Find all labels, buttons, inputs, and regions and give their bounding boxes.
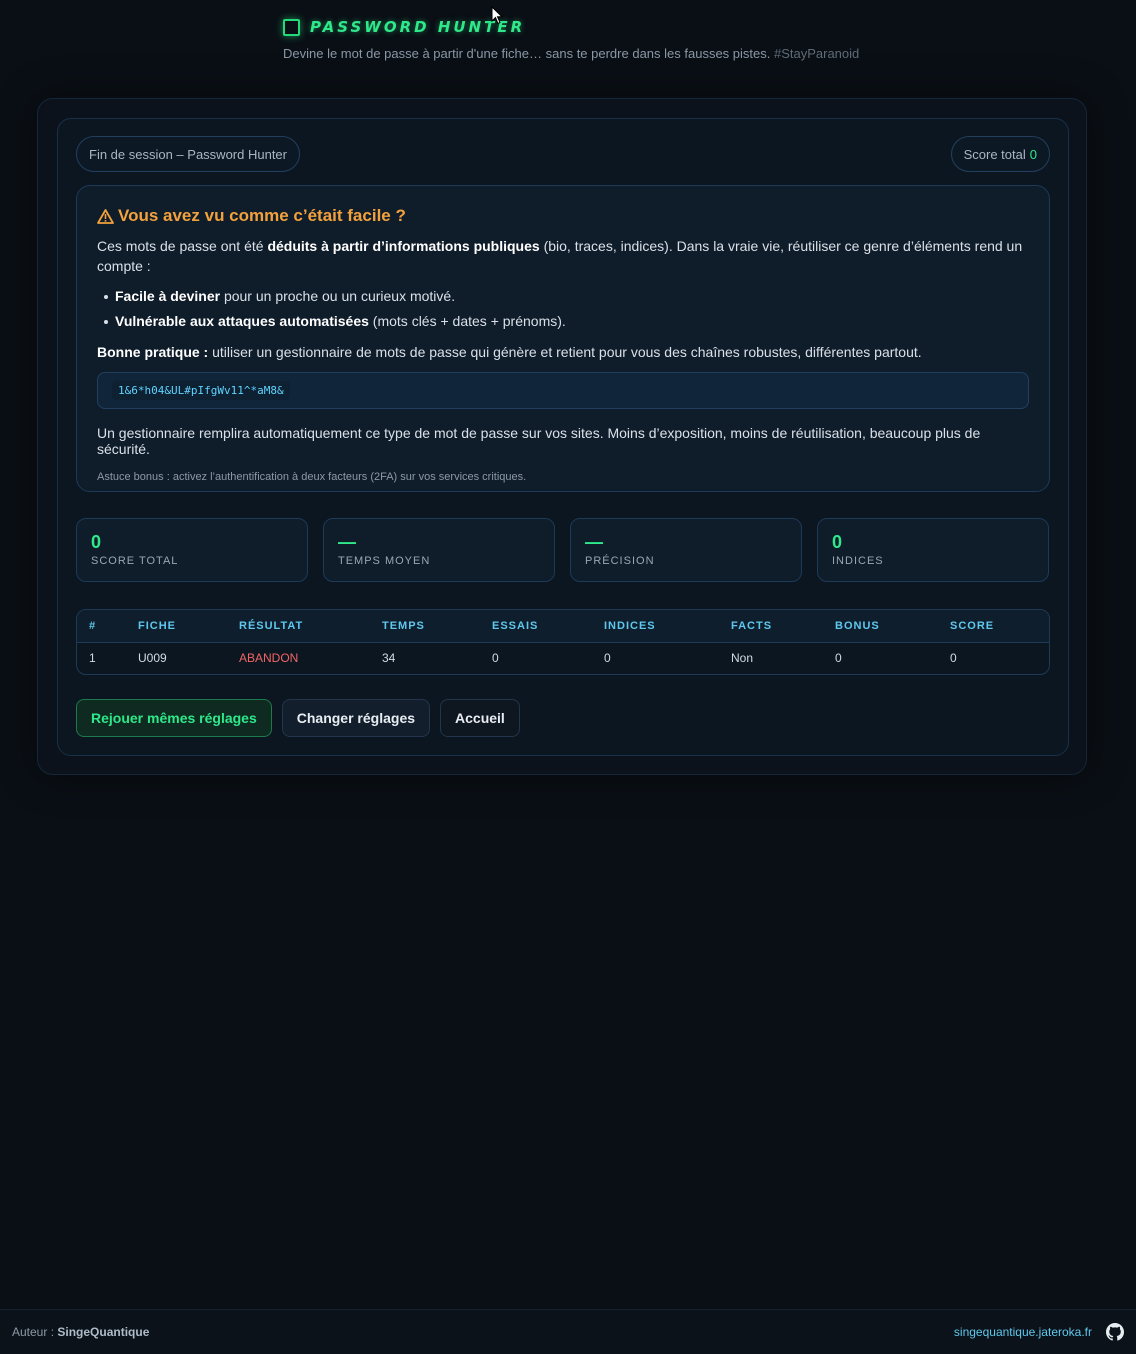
list-item: Vulnérable aux attaques automatisées (mo… <box>97 309 1029 334</box>
risk-bold: Vulnérable aux attaques automatisées <box>115 313 369 329</box>
results-table: # FICHE RÉSULTAT TEMPS ESSAIS INDICES FA… <box>76 609 1050 675</box>
warning-intro-bold: déduits à partir d’informations publique… <box>267 238 540 254</box>
example-password-box: 1&6*h04&UL#pIfgWv11^*aM8& <box>97 372 1029 409</box>
risk-list: Facile à deviner pour un proche ou un cu… <box>97 284 1029 334</box>
total-score-label: Score total <box>963 146 1026 162</box>
terminal-square-icon <box>283 18 300 36</box>
risk-bold: Facile à deviner <box>115 288 221 304</box>
warning-intro: Ces mots de passe ont été déduits à part… <box>97 236 1029 276</box>
stat-label: INDICES <box>832 555 884 567</box>
hashtag: #StayParanoid <box>773 46 860 61</box>
column-header: RÉSULTAT <box>227 610 370 643</box>
stat-average-time: — TEMPS MOYEN <box>323 518 555 582</box>
mouse-cursor-icon <box>491 6 503 25</box>
brand: PASSWORD HUNTER <box>283 18 859 36</box>
stat-value: 0 <box>832 532 843 552</box>
list-item: Facile à deviner pour un proche ou un cu… <box>97 284 1029 309</box>
column-header: ESSAIS <box>480 610 592 643</box>
table-row: 1 U009 ABANDON 34 0 0 Non 0 0 <box>77 642 1049 674</box>
table-cell: 0 <box>492 651 499 666</box>
column-header: FICHE <box>126 610 227 643</box>
home-button[interactable]: Accueil <box>440 699 520 737</box>
change-settings-button[interactable]: Changer réglages <box>281 699 431 737</box>
risk-rest: pour un proche ou un curieux motivé. <box>220 288 456 304</box>
manager-text: Un gestionnaire remplira automatiquement… <box>97 425 981 457</box>
table-cell: 0 <box>950 651 957 666</box>
column-header: INDICES <box>592 610 719 643</box>
stat-value: 0 <box>91 532 102 552</box>
stat-label: SCORE TOTAL <box>91 555 179 567</box>
stat-value: — <box>585 532 603 552</box>
tagline: Devine le mot de passe à partir d'une fi… <box>283 46 859 61</box>
action-buttons: Rejouer mêmes réglages Changer réglages … <box>76 699 520 737</box>
good-practice: Bonne pratique : utiliser un gestionnair… <box>97 344 1029 360</box>
stat-score-total: 0 SCORE TOTAL <box>76 518 308 582</box>
good-practice-text: utiliser un gestionnaire de mots de pass… <box>208 344 922 360</box>
total-score-pill: Score total 0 <box>950 136 1050 172</box>
main-panel: Fin de session – Password Hunter Score t… <box>37 98 1087 775</box>
table-cell: 0 <box>835 651 842 666</box>
stats-row: 0 SCORE TOTAL — TEMPS MOYEN — PRÉCISION … <box>76 518 1049 582</box>
app-header: PASSWORD HUNTER Devine le mot de passe à… <box>283 18 859 61</box>
author-name: SingeQuantique <box>57 1325 150 1339</box>
risk-rest: (mots clés + dates + prénoms). <box>368 313 566 329</box>
footer-links: singequantique.jateroka.fr <box>954 1323 1124 1341</box>
column-header: FACTS <box>719 610 823 643</box>
result-cell: ABANDON <box>239 651 299 666</box>
github-icon[interactable] <box>1106 1323 1124 1341</box>
security-warning-card: Vous avez vu comme c’était facile ? Ces … <box>76 185 1050 492</box>
table-header-row: # FICHE RÉSULTAT TEMPS ESSAIS INDICES FA… <box>77 610 1049 643</box>
good-practice-bold: Bonne pratique : <box>97 344 209 360</box>
tagline-text: Devine le mot de passe à partir d'une fi… <box>283 46 771 61</box>
session-label-pill: Fin de session – Password Hunter <box>76 136 300 172</box>
table-cell: U009 <box>138 651 167 666</box>
column-header: TEMPS <box>370 610 480 643</box>
column-header: BONUS <box>823 610 938 643</box>
stat-label: PRÉCISION <box>585 555 655 567</box>
warning-title-text: Vous avez vu comme c’était facile ? <box>118 206 406 225</box>
column-header: SCORE <box>938 610 1049 643</box>
stat-hints: 0 INDICES <box>817 518 1049 582</box>
column-header: # <box>77 610 126 643</box>
session-label: Fin de session – Password Hunter <box>89 146 287 162</box>
stat-label: TEMPS MOYEN <box>338 555 431 567</box>
warning-icon <box>97 208 114 224</box>
total-score-value: 0 <box>1029 146 1037 162</box>
table-cell: Non <box>731 651 754 666</box>
site-link[interactable]: singequantique.jateroka.fr <box>954 1325 1092 1339</box>
warning-title: Vous avez vu comme c’était facile ? <box>97 206 1029 226</box>
table-cell: 34 <box>382 651 396 666</box>
table-cell: 0 <box>604 651 611 666</box>
example-password[interactable]: 1&6*h04&UL#pIfgWv11^*aM8& <box>112 381 290 400</box>
author-label: Auteur : <box>12 1325 55 1339</box>
bonus-tip: Astuce bonus : activez l’authentificatio… <box>97 471 527 483</box>
replay-same-settings-button[interactable]: Rejouer mêmes réglages <box>76 699 272 737</box>
author: Auteur : SingeQuantique <box>12 1325 149 1339</box>
stat-precision: — PRÉCISION <box>570 518 802 582</box>
stat-value: — <box>338 532 356 552</box>
footer: Auteur : SingeQuantique singequantique.j… <box>0 1309 1136 1354</box>
warning-intro-start: Ces mots de passe ont été <box>97 238 268 254</box>
session-summary-card: Fin de session – Password Hunter Score t… <box>57 118 1069 756</box>
table-cell: 1 <box>89 651 96 666</box>
